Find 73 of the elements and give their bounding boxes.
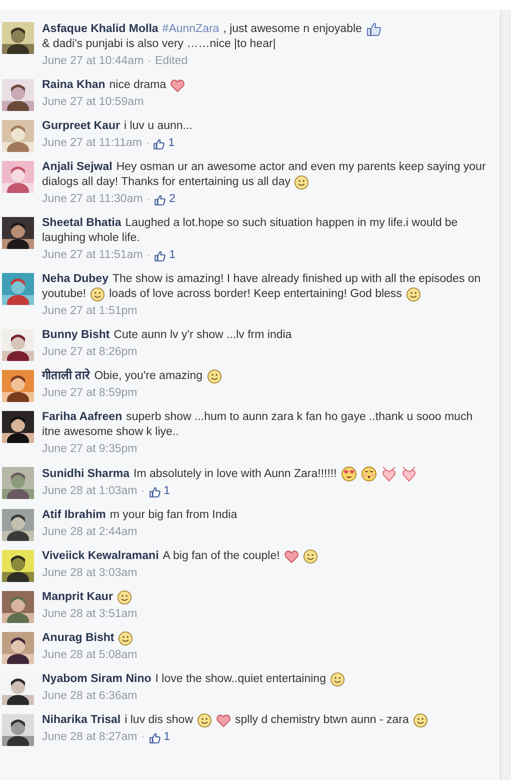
like-count[interactable]: 1	[169, 247, 176, 264]
commenter-name[interactable]: Asfaque Khalid Molla	[42, 22, 158, 36]
commenter-name[interactable]: Neha Dubey	[42, 272, 108, 287]
smiley-icon	[412, 713, 428, 728]
heart-icon	[170, 78, 186, 93]
separator-dot: ·	[146, 137, 150, 151]
heart-icon	[216, 713, 232, 728]
heart-icon	[380, 466, 397, 482]
comment-text: splly d chemistry btwn aunn - zara	[235, 713, 409, 728]
commenter-name[interactable]: Niharika Trisal	[42, 713, 121, 728]
comment-text: i luv u aunn...	[124, 119, 192, 134]
commenter-name[interactable]: Anjali Sejwal	[42, 160, 112, 175]
commenter-name[interactable]: Sheetal Bhatia	[42, 216, 122, 231]
commenter-name[interactable]: Nyabom Siram Nino	[42, 672, 152, 687]
kissing-emoji-icon	[360, 466, 377, 482]
commenter-name[interactable]: Raina Khan	[42, 78, 106, 93]
comment-text: Cute aunn lv y'r show ...lv frm india	[114, 328, 292, 343]
comment-text: m your big fan from India	[110, 508, 238, 523]
smiley-icon	[90, 287, 106, 302]
comment-text: I love the show..quiet entertaining	[155, 672, 326, 687]
hashtag-link[interactable]: #AunnZara	[162, 22, 220, 36]
thumbs-up-icon	[154, 194, 166, 206]
comment-text: Im absolutely in love with Aunn Zara!!!!!!	[134, 466, 337, 482]
comment-text: Laughed a lot.hope so such situation happen in my life.i would be	[125, 216, 458, 231]
smiley-icon	[330, 672, 345, 687]
comment-text: i luv dis show	[124, 713, 194, 728]
thumbs-up-icon	[154, 250, 166, 262]
comment-text: nice drama	[109, 78, 166, 93]
comment-text: superb show ...hum to aunn zara k fan ho gaye ..thank u sooo much	[126, 410, 473, 425]
comment-text: Obie, you're amazing	[94, 369, 203, 384]
comment-text: youtube!	[42, 287, 86, 302]
thumbs-up-icon	[366, 21, 382, 37]
smiley-icon	[206, 369, 222, 384]
comment-text: A big fan of the couple!	[162, 549, 280, 564]
commenter-name[interactable]: Fariha Aafreen	[42, 410, 122, 425]
comment-text: loads of love across border! Keep entertaining! God bless	[109, 287, 402, 302]
smiley-icon	[118, 631, 134, 646]
separator-dot: ·	[141, 485, 145, 499]
comment-text: & dadi's punjabi is also very ……nice |to hear|	[42, 37, 276, 52]
separator-dot: ·	[146, 249, 150, 263]
smiley-icon	[406, 287, 421, 302]
comment-text: dialogs all day! Thanks for entertaining us all day	[42, 175, 290, 190]
commenter-name[interactable]: Anurag Bisht	[42, 631, 114, 646]
like-count[interactable]: 1	[164, 729, 170, 746]
separator-dot: ·	[146, 193, 150, 207]
comment-text: Hey osman ur an awesome actor and even my parents keep saying your	[116, 160, 486, 175]
separator-dot: ·	[141, 731, 145, 745]
separator-dot: ·	[148, 55, 152, 69]
commenter-name[interactable]: Bunny Bisht	[42, 328, 110, 343]
comment-text: laughing whole life.	[42, 231, 140, 246]
thumbs-up-icon	[153, 138, 166, 150]
commenter-name[interactable]: गीताली तारे	[42, 369, 90, 384]
comment-text: itne awesome show k liye..	[42, 425, 179, 440]
thumbs-up-icon	[148, 486, 161, 498]
smiley-icon	[294, 175, 310, 190]
commenter-name[interactable]: Atif Ibrahim	[42, 508, 106, 523]
smiley-icon	[197, 713, 212, 728]
comment-text: , just awesome n enjoyable	[223, 22, 362, 36]
commenter-name[interactable]: Gurpreet Kaur	[42, 119, 120, 134]
thumbs-up-icon	[148, 732, 161, 744]
scrollbar[interactable]	[500, 10, 511, 780]
smiley-icon	[116, 590, 132, 605]
commenter-name[interactable]: Sunidhi Sharma	[42, 466, 130, 482]
commenter-name[interactable]: Viveiick Kewalramani	[42, 549, 159, 564]
like-count[interactable]: 1	[168, 135, 175, 152]
heart-icon	[284, 549, 299, 564]
comment-text: The show is amazing! I have already finished up with all the episodes on	[112, 272, 481, 287]
like-count[interactable]: 2	[169, 191, 176, 208]
like-count[interactable]: 1	[164, 483, 170, 500]
heart-icon	[400, 466, 417, 482]
smiley-icon	[302, 549, 318, 564]
heart-eyes-emoji-icon	[340, 466, 357, 482]
commenter-name[interactable]: Manprit Kaur	[42, 590, 113, 605]
